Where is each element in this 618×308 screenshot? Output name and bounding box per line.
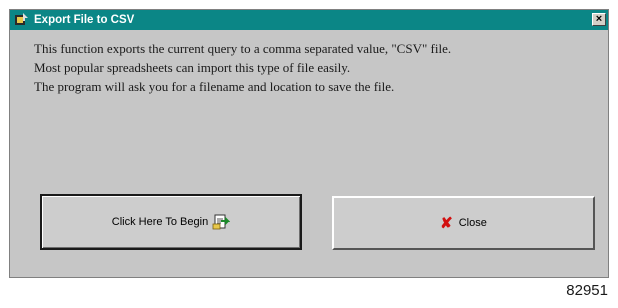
description-text: This function exports the current query … [34,39,588,96]
export-file-icon [208,212,231,233]
begin-button-label: Click Here To Begin [111,216,209,228]
title-close-button[interactable]: × [592,13,606,26]
figure-number: 82951 [566,282,608,299]
close-button-label: Close [458,217,487,229]
title-bar[interactable]: Export File to CSV × [10,10,608,30]
application-icon[interactable] [13,12,29,28]
red-x-icon: ✘ [440,214,453,232]
description-line: Most popular spreadsheets can import thi… [34,60,351,75]
description-line: The program will ask you for a filename … [34,79,395,94]
begin-export-button[interactable]: Click Here To Begin [40,194,302,250]
close-button[interactable]: ✘ Close [332,196,595,250]
window-title: Export File to CSV [34,14,135,26]
export-dialog: Export File to CSV × This function expor… [9,9,609,278]
description-line: This function exports the current query … [34,41,452,56]
